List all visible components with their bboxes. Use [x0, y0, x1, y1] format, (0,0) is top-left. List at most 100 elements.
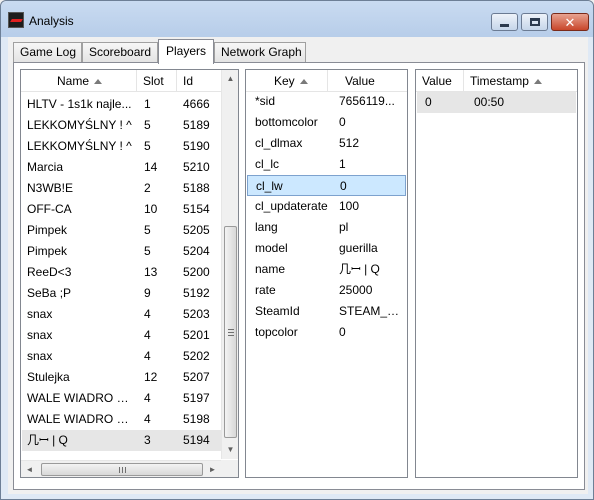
app-icon — [8, 12, 24, 28]
history-row[interactable]: 0 00:50 — [417, 92, 576, 113]
grip-line — [119, 467, 120, 473]
column-header-timestamp[interactable]: Timestamp — [464, 70, 577, 92]
property-value-cell: 7656119... — [339, 94, 395, 108]
player-id-cell: 5190 — [183, 139, 210, 153]
property-key-cell: cl_dlmax — [255, 136, 303, 150]
property-row[interactable]: lang pl — [247, 217, 406, 238]
property-row[interactable]: topcolor 0 — [247, 322, 406, 343]
column-label: Key — [274, 74, 295, 88]
player-row[interactable]: Pimpek 5 5205 — [22, 220, 221, 241]
player-slot-cell: 13 — [144, 265, 158, 279]
player-row[interactable]: HLTV - 1s1k najle... 1 4666 — [22, 94, 221, 115]
property-value-cell: 512 — [339, 136, 360, 150]
property-row[interactable]: model guerilla — [247, 238, 406, 259]
tab-label: Game Log — [20, 45, 77, 59]
player-row[interactable]: snax 4 5201 — [22, 325, 221, 346]
player-name-cell: SeBa ;P — [27, 286, 72, 300]
scroll-down-icon[interactable]: ▼ — [222, 441, 238, 458]
player-slot-cell: 5 — [144, 118, 151, 132]
property-row[interactable]: rate 25000 — [247, 280, 406, 301]
column-label: Value — [345, 74, 375, 88]
property-key-cell: topcolor — [255, 325, 298, 339]
players-horizontal-scrollbar[interactable]: ◄ ► — [21, 460, 221, 477]
title-bar[interactable]: Analysis ✕ — [1, 1, 593, 37]
player-name-cell: N3WB!E — [27, 181, 74, 195]
column-header-id[interactable]: Id — [177, 70, 222, 92]
player-slot-cell: 2 — [144, 181, 151, 195]
sort-ascending-icon — [299, 79, 308, 84]
player-id-cell: 5198 — [183, 412, 210, 426]
maximize-icon — [529, 18, 540, 26]
player-row[interactable]: ReeD<3 13 5200 — [22, 262, 221, 283]
minimize-button[interactable] — [491, 13, 518, 31]
player-row[interactable]: 几ꟷ | Q 3 5194 — [22, 430, 221, 451]
property-value-cell: 0 — [340, 179, 347, 193]
player-id-cell: 5197 — [183, 391, 210, 405]
property-value-cell: 25000 — [339, 283, 373, 297]
player-name-cell: WALE WIADRO W... — [27, 391, 135, 405]
player-slot-cell: 5 — [144, 223, 151, 237]
close-button[interactable]: ✕ — [551, 13, 589, 31]
property-row[interactable]: *sid 7656119... — [247, 91, 406, 112]
player-slot-cell: 4 — [144, 391, 151, 405]
player-name-cell: snax — [27, 307, 53, 321]
player-row[interactable]: Marcia 14 5210 — [22, 157, 221, 178]
scroll-up-icon[interactable]: ▲ — [222, 70, 238, 87]
player-row[interactable]: N3WB!E 2 5188 — [22, 178, 221, 199]
close-icon: ✕ — [564, 14, 576, 30]
maximize-button[interactable] — [521, 13, 548, 31]
player-id-cell: 5194 — [183, 433, 210, 447]
player-id-cell: 5201 — [183, 328, 210, 342]
player-row[interactable]: snax 4 5203 — [22, 304, 221, 325]
scroll-thumb[interactable] — [41, 463, 203, 476]
player-row[interactable]: WALE WIADRO W... 4 5198 — [22, 409, 221, 430]
player-id-cell: 5188 — [183, 181, 210, 195]
player-row[interactable]: WALE WIADRO W... 4 5197 — [22, 388, 221, 409]
column-header-key[interactable]: Key — [246, 70, 328, 92]
properties-list[interactable]: Key Value *sid 7656119... bottomcolor 0 cl_d… — [245, 69, 408, 478]
player-id-cell: 4666 — [183, 97, 210, 111]
column-header-name[interactable]: Name — [21, 70, 137, 92]
players-list[interactable]: Name Slot Id HLTV - 1s1k najle... 1 4666 LE… — [20, 69, 239, 478]
player-name-cell: Pimpek — [27, 223, 68, 237]
tab-game-log[interactable]: Game Log — [13, 42, 82, 63]
players-vertical-scrollbar[interactable]: ▲ ▼ — [221, 70, 238, 459]
property-row[interactable]: cl_lw 0 — [247, 175, 406, 196]
tab-players[interactable]: Players — [158, 39, 214, 64]
player-row[interactable]: SeBa ;P 9 5192 — [22, 283, 221, 304]
property-value-cell: 几ꟷ | Q — [339, 262, 380, 276]
player-row[interactable]: Pimpek 5 5204 — [22, 241, 221, 262]
property-row[interactable]: cl_dlmax 512 — [247, 133, 406, 154]
player-name-cell: snax — [27, 349, 53, 363]
player-row[interactable]: LEKKOMYŚLNY ! ^ 5 5190 — [22, 136, 221, 157]
property-row[interactable]: cl_lc 1 — [247, 154, 406, 175]
tab-scoreboard[interactable]: Scoreboard — [82, 42, 158, 63]
property-row[interactable]: name 几ꟷ | Q — [247, 259, 406, 280]
tab-label: Players — [166, 44, 207, 58]
property-value-cell: 0 — [339, 115, 346, 129]
player-name-cell: LEKKOMYŚLNY ! ^ — [27, 118, 132, 132]
property-row[interactable]: bottomcolor 0 — [247, 112, 406, 133]
property-value-cell: 100 — [339, 199, 360, 213]
scroll-right-icon[interactable]: ► — [204, 461, 221, 477]
property-value-cell: 0 — [339, 325, 346, 339]
property-key-cell: cl_updaterate — [255, 199, 328, 213]
property-row[interactable]: SteamId STEAM_0... — [247, 301, 406, 322]
players-tab-panel: Name Slot Id HLTV - 1s1k najle... 1 4666 LE… — [13, 62, 585, 490]
column-header-value[interactable]: Value — [328, 70, 407, 92]
player-row[interactable]: Stulejka 12 5207 — [22, 367, 221, 388]
value-history-list[interactable]: Value Timestamp 0 00:50 — [415, 69, 578, 478]
property-row[interactable]: cl_updaterate 100 — [247, 196, 406, 217]
scroll-thumb[interactable] — [224, 226, 237, 438]
player-row[interactable]: LEKKOMYŚLNY ! ^ 5 5189 — [22, 115, 221, 136]
property-key-cell: SteamId — [255, 304, 300, 318]
property-key-cell: rate — [255, 283, 276, 297]
player-row[interactable]: snax 4 5202 — [22, 346, 221, 367]
property-value-cell: 1 — [339, 157, 346, 171]
player-row[interactable]: OFF-CA 10 5154 — [22, 199, 221, 220]
column-header-slot[interactable]: Slot — [137, 70, 177, 92]
column-label: Id — [183, 74, 194, 88]
scroll-left-icon[interactable]: ◄ — [21, 461, 38, 477]
tab-network-graph[interactable]: Network Graph — [214, 42, 306, 63]
column-header-history-value[interactable]: Value — [416, 70, 464, 92]
